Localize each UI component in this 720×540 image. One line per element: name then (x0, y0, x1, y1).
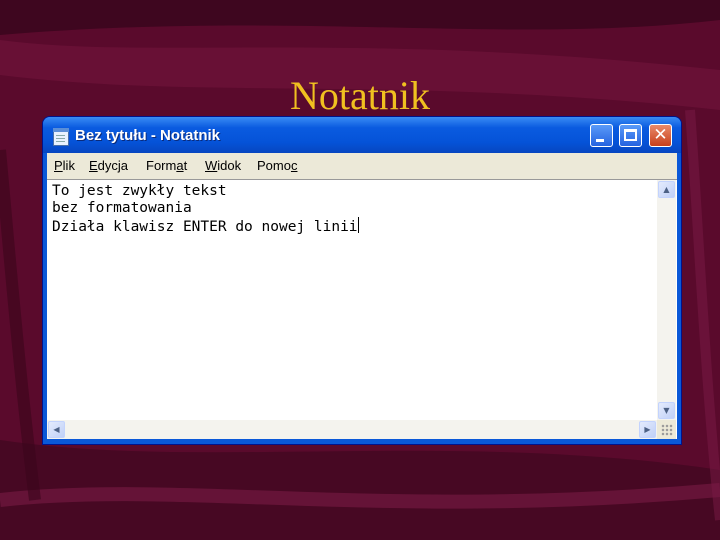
maximize-icon (624, 129, 637, 141)
editor: To jest zwykły tekst bez formatowania Dzia… (47, 179, 677, 439)
text-area[interactable]: To jest zwykły tekst bez formatowania Dzia… (52, 183, 652, 413)
scroll-left-button[interactable]: ◀ (48, 421, 65, 438)
size-grip[interactable] (657, 420, 676, 439)
menu-widok[interactable]: Widok (205, 158, 241, 173)
slide-title: Notatnik (290, 73, 430, 118)
text-line: To jest zwykły tekst (52, 183, 227, 199)
minimize-button[interactable] (590, 124, 613, 147)
vertical-scrollbar[interactable]: ▲ ▼ (657, 180, 676, 420)
minimize-icon (596, 139, 604, 142)
arrow-up-icon: ▲ (663, 185, 670, 194)
grip-icon (661, 424, 673, 436)
arrow-down-icon: ▼ (663, 406, 670, 415)
scroll-up-button[interactable]: ▲ (658, 181, 675, 198)
notepad-window: Bez tytułu - Notatnik ✕ Plik Edycja Form… (43, 117, 681, 444)
window-title: Bez tytułu - Notatnik (75, 127, 220, 144)
menu-bar: Plik Edycja Format Widok Pomoc (47, 153, 677, 179)
title-bar[interactable]: Bez tytułu - Notatnik ✕ (43, 117, 681, 153)
scroll-down-button[interactable]: ▼ (658, 402, 675, 419)
menu-format[interactable]: Format (146, 158, 187, 173)
text-caret (357, 217, 359, 233)
text-line: Działa klawisz ENTER do nowej linii (52, 219, 358, 235)
text-line: bez formatowania (52, 200, 192, 216)
close-icon: ✕ (653, 125, 668, 145)
menu-plik[interactable]: Plik (54, 158, 75, 173)
menu-pomoc[interactable]: Pomoc (257, 158, 297, 173)
menu-edycja[interactable]: Edycja (89, 158, 128, 173)
arrow-right-icon: ▶ (644, 425, 651, 434)
close-button[interactable]: ✕ (649, 124, 672, 147)
scroll-right-button[interactable]: ▶ (639, 421, 656, 438)
notepad-icon (53, 128, 69, 146)
text-line-with-caret: Działa klawisz ENTER do nowej linii (52, 217, 652, 236)
arrow-left-icon: ◀ (53, 425, 60, 434)
horizontal-scrollbar[interactable]: ◀ ▶ (47, 420, 657, 439)
maximize-button[interactable] (619, 124, 642, 147)
